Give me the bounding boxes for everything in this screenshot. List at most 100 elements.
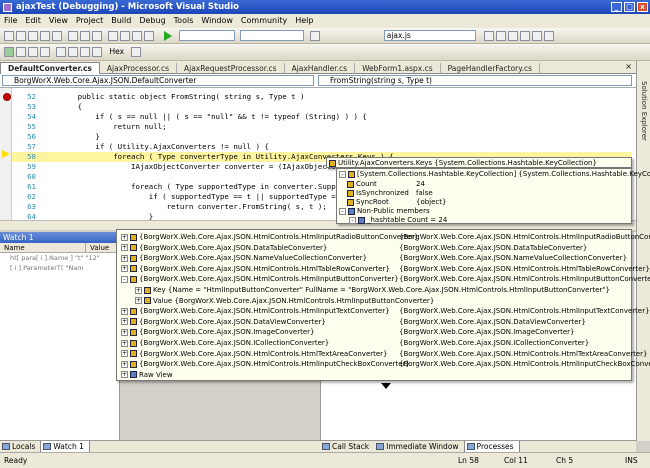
datatip-keycollection[interactable]: - [System.Collections.Hashtable.KeyCollec… bbox=[336, 168, 650, 225]
tab-immediate-window[interactable]: Immediate Window bbox=[374, 441, 463, 452]
expand-icon[interactable]: + bbox=[121, 307, 128, 315]
code-line[interactable]: 56 } bbox=[12, 132, 632, 142]
platform-combo[interactable] bbox=[239, 30, 304, 41]
copy-icon[interactable] bbox=[80, 31, 90, 41]
watch-col-name[interactable]: Name bbox=[0, 243, 86, 253]
open-file-icon[interactable] bbox=[28, 31, 38, 41]
datatip-row[interactable]: + {BorgWorX.Web.Core.Ajax.JSON.HtmlContro… bbox=[117, 264, 650, 274]
datatip-row[interactable]: + {BorgWorX.Web.Core.Ajax.JSON.HtmlContro… bbox=[117, 306, 650, 316]
menu-edit[interactable]: Edit bbox=[21, 14, 45, 28]
datatip-row[interactable]: + {BorgWorX.Web.Core.Ajax.JSON.DataViewCo… bbox=[117, 317, 631, 327]
code-line[interactable]: 52 public static object FromString( stri… bbox=[12, 92, 632, 102]
hex-toggle[interactable]: Hex bbox=[110, 44, 125, 59]
start-debug-icon[interactable] bbox=[163, 31, 172, 41]
add-item-icon[interactable] bbox=[16, 31, 26, 41]
code-line[interactable]: 54 if ( s == null || ( s == "null" && t … bbox=[12, 112, 632, 122]
expand-icon[interactable]: + bbox=[121, 233, 128, 241]
solution-explorer-sidebar[interactable]: Solution Explorer bbox=[636, 61, 650, 441]
datatip-row[interactable]: + Value {BorgWorX.Web.Core.Ajax.JSON.Html… bbox=[117, 295, 631, 306]
start-page-icon[interactable] bbox=[532, 31, 543, 41]
collapse-icon[interactable]: - bbox=[121, 275, 128, 283]
close-button[interactable]: x bbox=[637, 2, 648, 12]
collapse-icon[interactable]: - bbox=[349, 216, 356, 224]
datatip-row[interactable]: - _hashtable Count = 24 bbox=[337, 215, 631, 225]
watch-row[interactable]: [ i ].ParameterT( "Nam bbox=[0, 263, 119, 273]
toolbox-icon[interactable] bbox=[520, 31, 531, 41]
datatip-row[interactable]: + {BorgWorX.Web.Core.Ajax.JSON.HtmlContro… bbox=[117, 232, 650, 242]
config-combo[interactable] bbox=[179, 30, 236, 41]
type-combo[interactable]: BorgWorX.Web.Core.Ajax.JSON.DefaultConve… bbox=[2, 75, 314, 86]
datatip-row[interactable]: - [System.Collections.Hashtable.KeyCollec… bbox=[337, 169, 650, 179]
find-combo[interactable]: ajax.js bbox=[383, 30, 476, 41]
save-all-icon[interactable] bbox=[52, 31, 62, 41]
save-icon[interactable] bbox=[40, 31, 50, 41]
step-out-icon[interactable] bbox=[92, 47, 102, 57]
undo-icon[interactable] bbox=[108, 31, 118, 41]
menu-community[interactable]: Community bbox=[237, 14, 291, 28]
paste-icon[interactable] bbox=[92, 31, 102, 41]
editor-gutter[interactable] bbox=[0, 88, 12, 230]
expand-icon[interactable]: + bbox=[121, 371, 128, 379]
expand-icon[interactable]: + bbox=[121, 265, 128, 273]
menu-build[interactable]: Build bbox=[107, 14, 135, 28]
sidebar-label[interactable]: Solution Explorer bbox=[640, 81, 648, 141]
show-next-statement-icon[interactable] bbox=[56, 47, 66, 57]
expand-icon[interactable]: + bbox=[121, 360, 128, 368]
datatip-row[interactable]: - {BorgWorX.Web.Core.Ajax.JSON.HtmlContro… bbox=[117, 274, 650, 284]
cut-icon[interactable] bbox=[68, 31, 78, 41]
datatip-row[interactable]: + {BorgWorX.Web.Core.Ajax.JSON.HtmlContro… bbox=[117, 349, 648, 359]
breakpoint-icon[interactable] bbox=[3, 93, 11, 101]
break-all-icon[interactable] bbox=[16, 47, 26, 57]
find-icon[interactable] bbox=[310, 31, 321, 41]
expand-icon[interactable]: + bbox=[121, 254, 128, 262]
expand-icon[interactable]: + bbox=[121, 244, 128, 252]
watch-row[interactable]: ht[ para[ i ].Name ] "t" "12" bbox=[0, 253, 119, 263]
maximize-button[interactable]: □ bbox=[624, 2, 635, 12]
datatip-row[interactable]: + {BorgWorX.Web.Core.Ajax.JSON.ICollectio… bbox=[117, 338, 631, 348]
menu-view[interactable]: View bbox=[45, 14, 72, 28]
menu-tools[interactable]: Tools bbox=[170, 14, 198, 28]
datatip-hashtable[interactable]: + {BorgWorX.Web.Core.Ajax.JSON.HtmlContro… bbox=[116, 229, 650, 389]
expand-icon[interactable]: + bbox=[121, 350, 128, 358]
code-line[interactable]: 57 if ( Utility.AjaxConverters != null )… bbox=[12, 142, 632, 152]
datatip-row[interactable]: + Key {Name = "HtmlInputButtonConverter" … bbox=[117, 285, 631, 295]
datatip-row[interactable]: + {BorgWorX.Web.Core.Ajax.JSON.HtmlContro… bbox=[117, 359, 650, 369]
collapse-icon[interactable]: - bbox=[339, 207, 346, 215]
restart-icon[interactable] bbox=[40, 47, 50, 57]
step-into-icon[interactable] bbox=[68, 47, 78, 57]
member-combo[interactable]: FromString(string s, Type t) bbox=[318, 75, 632, 86]
watch-col-value[interactable]: Value bbox=[86, 244, 109, 252]
menu-window[interactable]: Window bbox=[197, 14, 237, 28]
scroll-down-icon[interactable] bbox=[381, 383, 391, 389]
stop-debugging-icon[interactable] bbox=[28, 47, 38, 57]
continue-icon[interactable] bbox=[4, 47, 14, 57]
menu-project[interactable]: Project bbox=[72, 14, 107, 28]
datatip-row[interactable]: + {BorgWorX.Web.Core.Ajax.JSON.ImageConve… bbox=[117, 327, 631, 337]
breakpoints-window-icon[interactable] bbox=[130, 47, 141, 57]
solution-explorer-icon[interactable] bbox=[484, 31, 495, 41]
datatip-row[interactable]: + {BorgWorX.Web.Core.Ajax.JSON.DataTableC… bbox=[117, 243, 631, 253]
tab-locals[interactable]: Locals bbox=[0, 441, 40, 452]
datatip-row[interactable]: + Raw View bbox=[117, 370, 631, 380]
code-line[interactable]: 55 return null; bbox=[12, 122, 632, 132]
menu-file[interactable]: File bbox=[0, 14, 21, 28]
menu-debug[interactable]: Debug bbox=[135, 14, 169, 28]
datatip-row[interactable]: + {BorgWorX.Web.Core.Ajax.JSON.NameValueC… bbox=[117, 253, 631, 263]
expand-icon[interactable]: + bbox=[121, 318, 128, 326]
object-browser-icon[interactable] bbox=[508, 31, 519, 41]
expand-icon[interactable]: + bbox=[121, 328, 128, 336]
minimize-button[interactable]: _ bbox=[611, 2, 622, 12]
collapse-icon[interactable]: - bbox=[339, 170, 346, 178]
expand-icon[interactable]: + bbox=[135, 286, 142, 294]
navigate-forward-icon[interactable] bbox=[144, 31, 154, 41]
menu-help[interactable]: Help bbox=[291, 14, 317, 28]
redo-icon[interactable] bbox=[120, 31, 130, 41]
properties-icon[interactable] bbox=[496, 31, 507, 41]
datatip-keys[interactable]: Utility.AjaxConverters.Keys {System.Coll… bbox=[326, 157, 632, 168]
step-over-icon[interactable] bbox=[80, 47, 90, 57]
new-project-icon[interactable] bbox=[4, 31, 14, 41]
expand-icon[interactable]: + bbox=[121, 339, 128, 347]
navigate-back-icon[interactable] bbox=[132, 31, 142, 41]
close-tab-icon[interactable]: × bbox=[625, 62, 632, 71]
expand-icon[interactable]: + bbox=[135, 297, 142, 305]
